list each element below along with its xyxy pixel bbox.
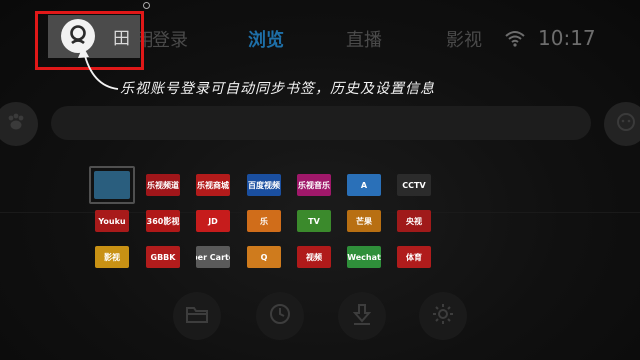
search-input[interactable] [51,106,591,140]
app-tile[interactable]: Super Cartoon [196,246,230,268]
folder-icon [185,304,209,328]
app-tile[interactable]: 百度视频 [247,174,281,196]
app-tile[interactable]: Q [247,246,281,268]
baidu-search-button[interactable] [0,102,38,146]
notification-dot-icon [143,2,150,9]
tab-login[interactable]: 登录 [152,26,188,52]
app-tile[interactable]: 体育 [397,246,431,268]
wifi-icon [504,26,526,50]
app-tile[interactable]: 乐视商城 [196,174,230,196]
app-tile[interactable]: 乐 [247,210,281,232]
app-tile[interactable]: 乐视音乐 [297,174,331,196]
folder-button[interactable] [173,292,221,340]
callout-arrow-icon [78,46,119,90]
paw-icon [5,111,27,137]
clock-icon [268,302,292,330]
history-button[interactable] [256,292,304,340]
tab-movies[interactable]: 影视 [446,26,482,52]
gear-icon [431,302,455,330]
tab-browse[interactable]: 浏览 [248,26,284,52]
app-tile[interactable]: Wechat [347,246,381,268]
download-button[interactable] [338,292,386,340]
tab-live[interactable]: 直播 [346,26,382,52]
settings-button[interactable] [419,292,467,340]
login-tip: 乐视账号登录可自动同步书签，历史及设置信息 [120,81,435,97]
app-tile[interactable]: GBBK [146,246,180,268]
clock: 10:17 [538,26,596,50]
app-tile[interactable]: 乐视频道 [146,174,180,196]
face-icon [615,111,637,137]
app-tile[interactable]: 芒果 [347,210,381,232]
browser-home: 用 登录 浏览 直播 影视 10:17 田 乐视账号登录可自动同步书签，历史及设… [0,0,640,360]
app-tile[interactable]: 影视 [95,246,129,268]
assistant-button[interactable] [604,102,640,146]
download-icon [350,302,374,330]
app-tile[interactable]: 360影视 [146,210,180,232]
app-tile[interactable]: TV [297,210,331,232]
app-tile[interactable]: 央视 [397,210,431,232]
app-tile[interactable]: JD [196,210,230,232]
app-tile-first[interactable] [94,171,130,199]
app-tile[interactable]: A [347,174,381,196]
app-tile[interactable]: Youku [95,210,129,232]
app-tile[interactable]: 视频 [297,246,331,268]
app-tile[interactable]: CCTV [397,174,431,196]
